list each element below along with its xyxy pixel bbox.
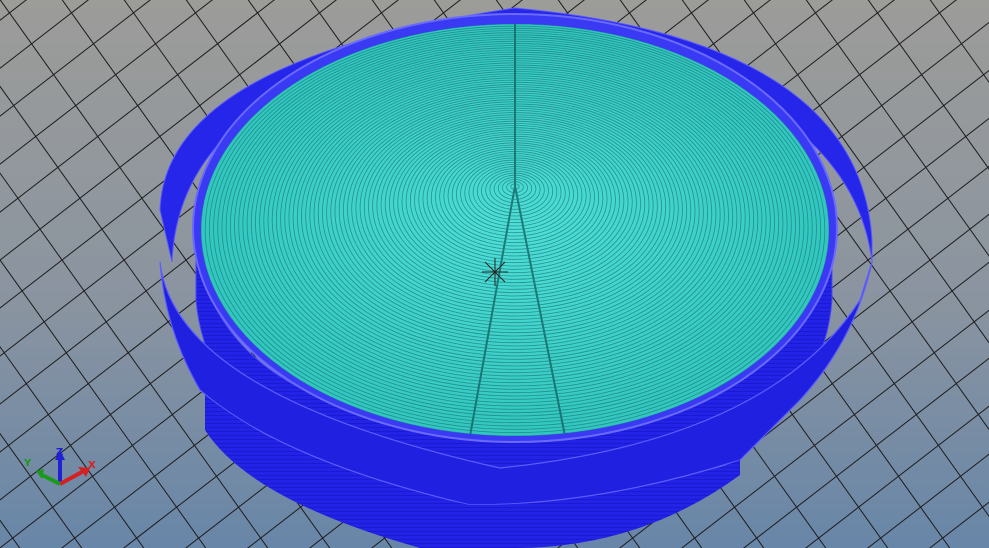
3d-viewport[interactable]: Z X Y	[0, 0, 989, 548]
z-axis-label: Z	[56, 447, 63, 458]
scene-canvas[interactable]	[0, 0, 989, 548]
axis-orientation-widget: Z X Y	[23, 447, 96, 486]
y-axis-line	[39, 472, 61, 486]
x-axis-label: X	[88, 460, 96, 471]
origin-marker	[482, 258, 508, 286]
x-axis-line	[59, 470, 83, 486]
y-axis-label: Y	[23, 458, 32, 469]
